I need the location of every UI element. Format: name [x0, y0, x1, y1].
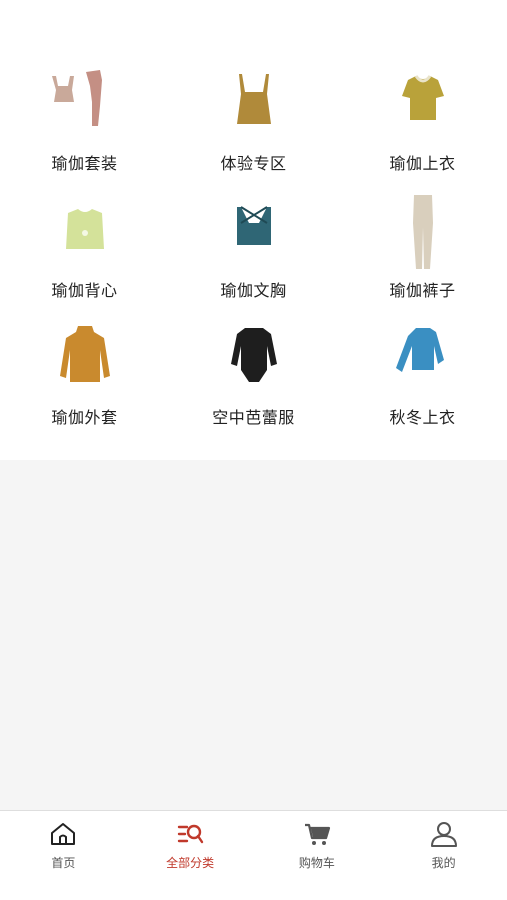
user-icon: [430, 820, 458, 848]
category-label: 瑜伽背心: [51, 281, 118, 300]
tab-label: 购物车: [298, 856, 335, 870]
crop-top-image: [40, 193, 130, 271]
sports-bra-image: [209, 193, 299, 271]
tshirt-image: [378, 66, 468, 144]
category-panel: 瑜伽套装 体验专区 瑜伽上衣 瑜伽背心 瑜伽文胸 瑜伽裤子 瑜伽外套 空中芭蕾服…: [0, 0, 507, 460]
tab-label: 我的: [431, 856, 456, 870]
category-yoga-set[interactable]: 瑜伽套装: [0, 66, 169, 193]
tank-top-image: [209, 66, 299, 144]
category-yoga-jackets[interactable]: 瑜伽外套: [0, 320, 169, 447]
category-yoga-tops[interactable]: 瑜伽上衣: [338, 66, 507, 193]
category-label: 体验专区: [220, 154, 287, 173]
bottom-tab-bar: 首页 全部分类 购物车 我的: [0, 810, 507, 900]
tab-profile[interactable]: 我的: [380, 811, 507, 900]
yoga-set-image: [40, 66, 130, 144]
category-label: 秋冬上衣: [389, 408, 456, 427]
category-aerial-ballet[interactable]: 空中芭蕾服: [169, 320, 338, 447]
category-yoga-bras[interactable]: 瑜伽文胸: [169, 193, 338, 320]
tab-label: 全部分类: [166, 856, 215, 870]
category-label: 瑜伽外套: [51, 408, 118, 427]
leggings-image: [378, 193, 468, 271]
tab-label: 首页: [51, 856, 76, 870]
category-grid: 瑜伽套装 体验专区 瑜伽上衣 瑜伽背心 瑜伽文胸 瑜伽裤子 瑜伽外套 空中芭蕾服…: [0, 66, 507, 447]
category-page: 瑜伽套装 体验专区 瑜伽上衣 瑜伽背心 瑜伽文胸 瑜伽裤子 瑜伽外套 空中芭蕾服…: [0, 0, 507, 900]
category-trial-zone[interactable]: 体验专区: [169, 66, 338, 193]
home-icon: [49, 820, 77, 848]
cart-icon: [303, 820, 331, 848]
category-label: 瑜伽文胸: [220, 281, 287, 300]
tab-cart[interactable]: 购物车: [254, 811, 381, 900]
category-label: 瑜伽裤子: [389, 281, 456, 300]
tab-home[interactable]: 首页: [0, 811, 127, 900]
category-label: 瑜伽套装: [51, 154, 118, 173]
category-label: 空中芭蕾服: [212, 408, 295, 427]
category-search-icon: [176, 820, 204, 848]
category-yoga-vests[interactable]: 瑜伽背心: [0, 193, 169, 320]
long-sleeve-top-image: [378, 320, 468, 398]
category-autumn-winter-tops[interactable]: 秋冬上衣: [338, 320, 507, 447]
jacket-image: [40, 320, 130, 398]
category-yoga-pants[interactable]: 瑜伽裤子: [338, 193, 507, 320]
tab-all-categories[interactable]: 全部分类: [127, 811, 254, 900]
category-label: 瑜伽上衣: [389, 154, 456, 173]
bodysuit-image: [209, 320, 299, 398]
